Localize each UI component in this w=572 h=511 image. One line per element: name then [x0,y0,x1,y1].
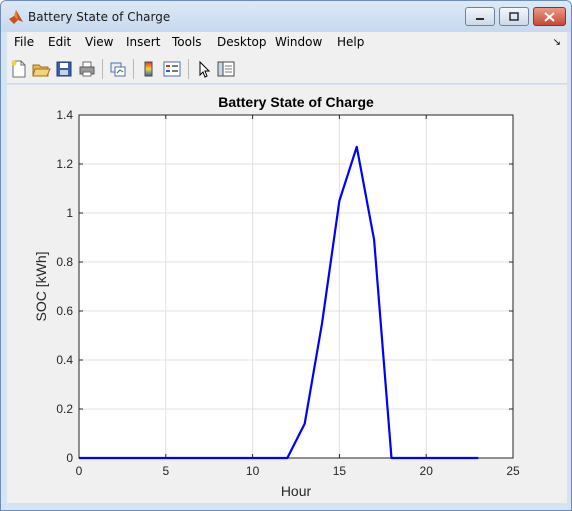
x-tick-label: 5 [162,464,169,478]
y-tick-label: 0.4 [56,353,73,367]
menu-view[interactable]: View [85,35,113,49]
figure-toolbar [7,54,567,84]
x-tick-label: 15 [333,464,347,478]
x-tick-label: 20 [420,464,434,478]
close-button[interactable] [533,7,566,26]
y-tick-label: 0.8 [56,255,73,269]
toolbar-separator [133,59,134,79]
figure-window: Battery State of Charge File Edit View I… [0,0,572,511]
x-tick-label: 25 [506,464,520,478]
title-bar[interactable]: Battery State of Charge [1,1,571,32]
insert-legend-icon[interactable] [162,59,182,79]
property-editor-icon[interactable] [216,59,236,79]
axes-background [79,115,513,458]
y-tick-label: 0 [66,451,73,465]
y-axis-label: SOC [kWh] [33,251,49,321]
menu-edit[interactable]: Edit [48,35,71,49]
chart-title: Battery State of Charge [218,94,374,110]
x-axis-label: Hour [281,483,312,499]
maximize-icon [509,12,519,21]
open-file-icon[interactable] [31,59,51,79]
menu-insert[interactable]: Insert [126,35,160,49]
menu-help[interactable]: Help [337,35,364,49]
toolbar-separator [102,59,103,79]
menu-desktop[interactable]: Desktop [217,35,267,49]
select-pointer-icon[interactable] [194,59,214,79]
x-tick-label: 10 [246,464,260,478]
menu-bar: File Edit View Insert Tools Desktop Wind… [7,32,567,54]
save-icon[interactable] [54,59,74,79]
x-tick-label: 0 [76,464,83,478]
toolbar-separator [188,59,189,79]
maximize-button[interactable] [499,7,529,26]
window-bottom-edge [7,503,567,506]
minimize-button[interactable] [465,7,495,26]
minimize-icon [476,17,484,20]
print-icon[interactable] [77,59,97,79]
figure-canvas[interactable]: 0 5 10 15 20 25 0 0.2 0.4 0.6 0.8 1 1.2 1.4 Battery St… [7,85,567,503]
menu-tools[interactable]: Tools [172,35,202,49]
window-title: Battery State of Charge [28,10,171,24]
y-tick-label: 1.2 [56,157,73,171]
line-plot[interactable]: 0 5 10 15 20 25 0 0.2 0.4 0.6 0.8 1 1.2 1.4 Battery St… [7,85,567,503]
y-tick-label: 0.6 [56,304,73,318]
y-tick-label: 1 [66,206,73,220]
y-tick-label: 0.2 [56,402,73,416]
new-figure-icon[interactable] [9,59,29,79]
matlab-logo-icon [9,10,23,24]
menu-window[interactable]: Window [275,35,322,49]
y-tick-label: 1.4 [56,108,73,122]
insert-colorbar-icon[interactable] [139,59,159,79]
menu-file[interactable]: File [14,35,34,49]
link-plot-icon[interactable] [108,59,128,79]
close-icon [544,11,555,22]
dock-arrow-icon[interactable]: ↘ [553,37,561,48]
